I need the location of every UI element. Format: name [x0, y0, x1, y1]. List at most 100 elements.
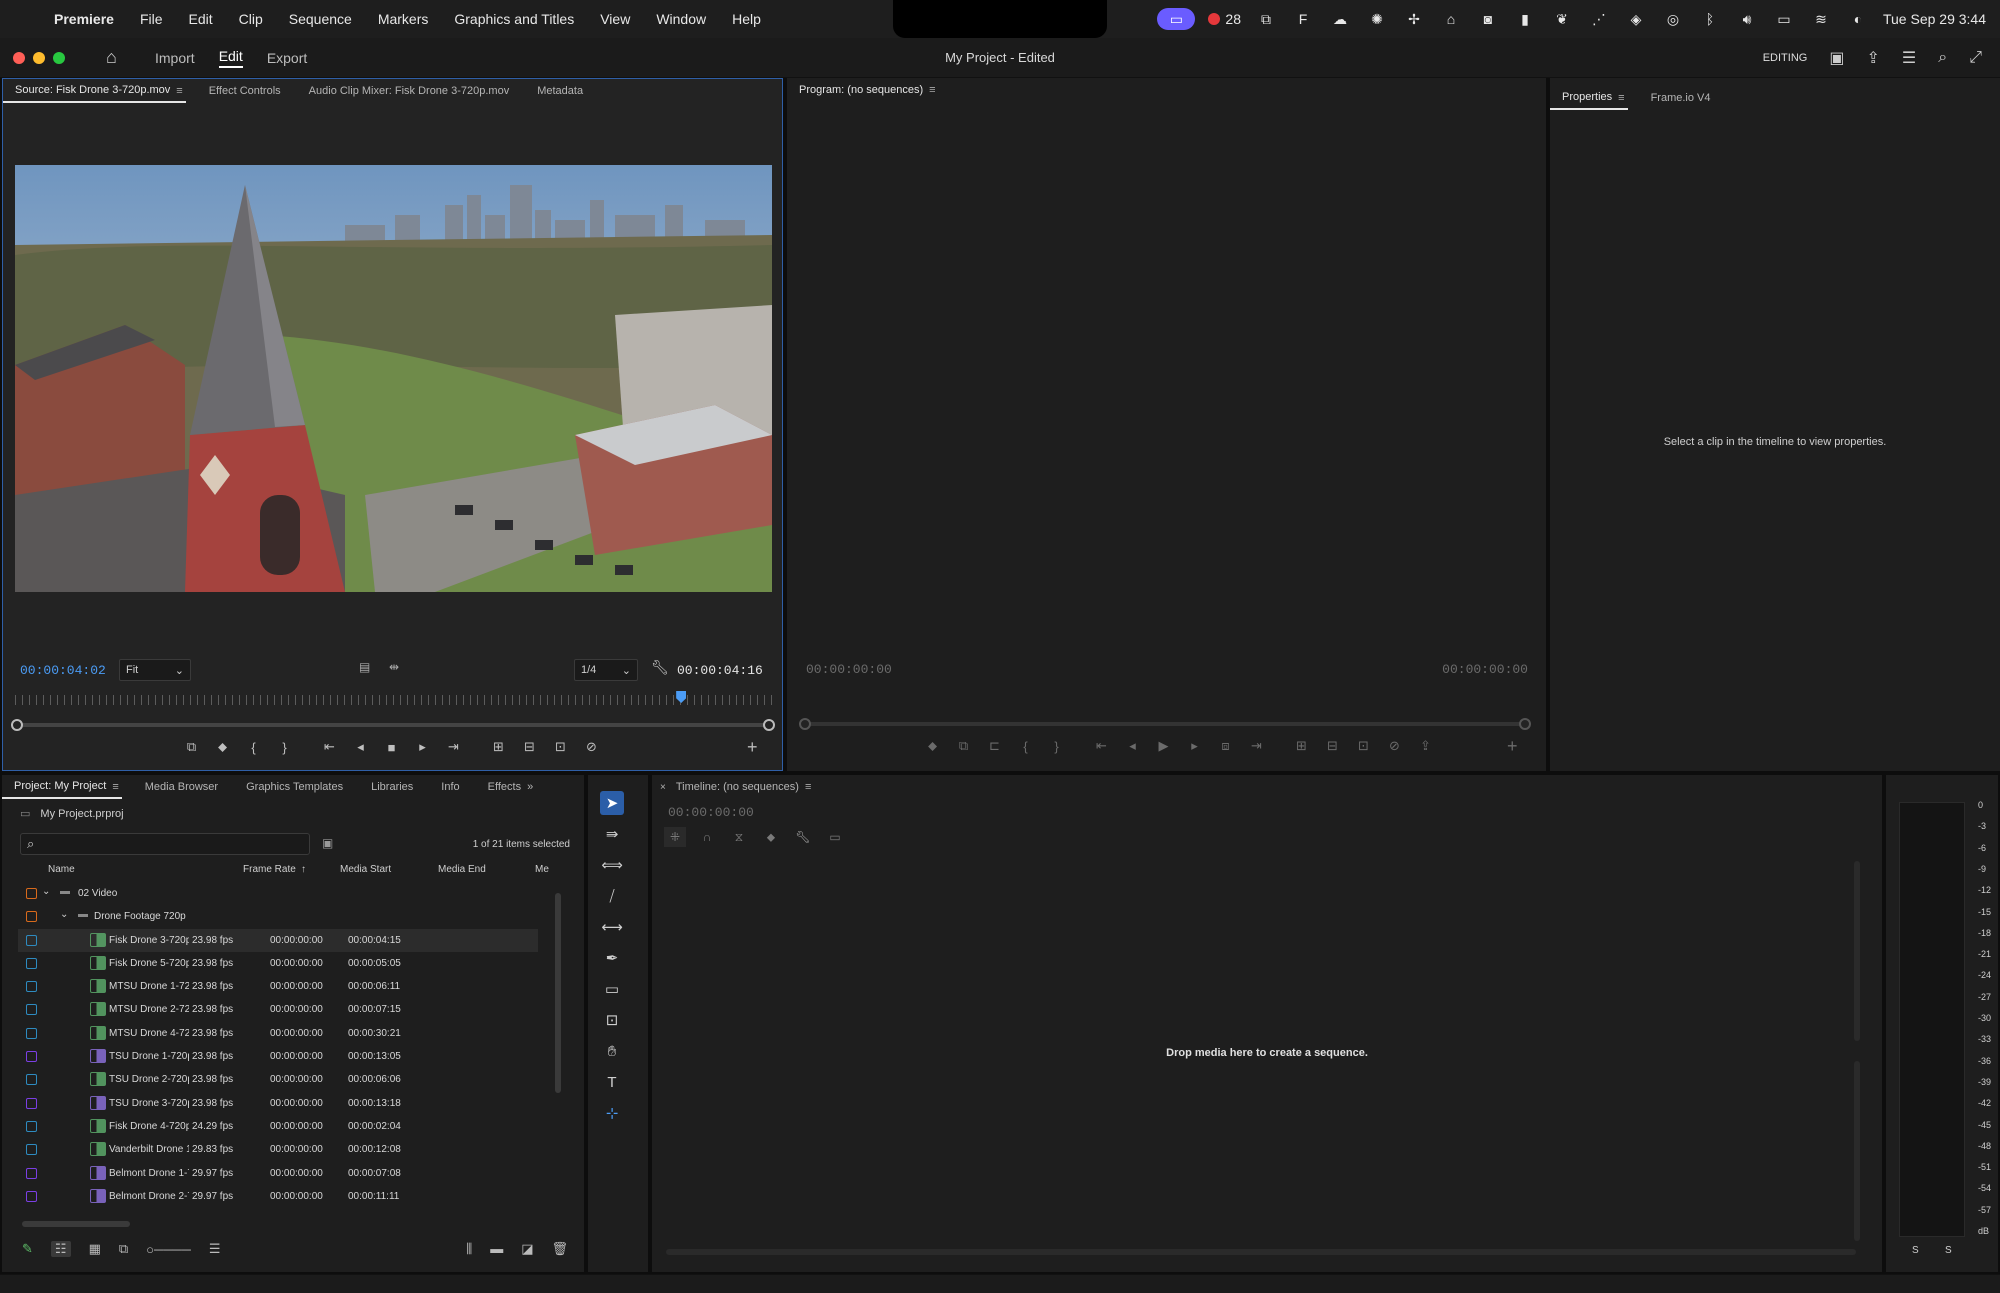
volume-icon[interactable]: 🔊︎ — [1735, 9, 1759, 29]
safe-margins-icon[interactable]: ▤ — [359, 660, 370, 674]
folder-row[interactable]: ⌄ ▬ 02 Video — [18, 882, 538, 905]
overwrite-clip-icon[interactable]: ⊟ — [514, 739, 545, 755]
solo-left-button[interactable]: S — [1912, 1245, 1919, 1256]
nav-export[interactable]: Export — [267, 50, 307, 66]
tab-libraries[interactable]: Libraries — [359, 776, 429, 798]
go-to-in-icon[interactable]: ⇤ — [1086, 738, 1117, 754]
clip-row[interactable]: TSU Drone 2-720p. 23.98 fps 00:00:00:00 00:… — [18, 1068, 538, 1091]
minimize-window-button[interactable] — [33, 52, 45, 64]
export-frame-icon[interactable]: ⊡ — [1348, 738, 1379, 754]
button-editor-plus-icon[interactable]: + — [747, 737, 758, 758]
disclosure-down-icon[interactable]: ⌄ — [42, 886, 50, 897]
pen-tool-icon[interactable]: ✒ — [600, 946, 624, 970]
dropbox-icon[interactable]: ◈ — [1624, 9, 1648, 29]
menu-clip[interactable]: Clip — [239, 11, 263, 27]
sort-ascending-icon[interactable]: ↑ — [301, 864, 306, 875]
menu-edit[interactable]: Edit — [189, 11, 213, 27]
tab-frameio[interactable]: Frame.io V4 — [1639, 87, 1727, 109]
sort-icons-icon[interactable]: ☰ — [209, 1241, 221, 1257]
clip-row[interactable]: TSU Drone 1-720p. 23.98 fps 00:00:00:00 00:… — [18, 1045, 538, 1068]
clip-row[interactable]: MTSU Drone 2-720 23.98 fps 00:00:00:00 00:0… — [18, 998, 538, 1021]
progress-dashboard-icon[interactable]: ☰ — [1902, 48, 1916, 68]
timeline-audio-scrollbar[interactable] — [1854, 1061, 1860, 1241]
ripple-edit-tool-icon[interactable]: ⟺ — [600, 853, 624, 877]
linked-selection-icon[interactable]: ⧖ — [728, 827, 750, 847]
program-zoom-scrollbar[interactable] — [799, 718, 1531, 730]
share-icon[interactable]: ⇪ — [1866, 48, 1879, 68]
label-color-swatch[interactable] — [26, 911, 37, 923]
sparkle-icon[interactable]: ✺ — [1365, 9, 1389, 29]
timeline-horizontal-scrollbar[interactable] — [666, 1249, 1856, 1255]
window-icon[interactable]: ⧉ — [1254, 9, 1278, 29]
hand-tool-icon[interactable]: ✋︎ — [600, 1039, 624, 1063]
clip-row[interactable]: Fisk Drone 3-720p. 23.98 fps 00:00:00:00 00… — [18, 928, 538, 952]
wifi-icon[interactable]: ≋ — [1809, 9, 1833, 29]
close-icon[interactable]: × — [660, 782, 666, 793]
timeline-settings-wrench-icon[interactable]: 🔧︎ — [792, 827, 814, 847]
label-color-swatch[interactable] — [26, 1051, 37, 1063]
scrollbar-end-handle[interactable] — [763, 719, 775, 731]
new-search-bin-icon[interactable]: ▣ — [322, 836, 333, 850]
mark-in-icon[interactable]: { — [1010, 739, 1041, 754]
program-current-timecode[interactable]: 00:00:00:00 — [806, 662, 892, 677]
label-color-swatch[interactable] — [26, 1074, 37, 1086]
freeform-view-icon[interactable]: ⧉ — [119, 1241, 128, 1257]
menu-window[interactable]: Window — [656, 11, 706, 27]
panel-menu-icon[interactable]: ≡ — [112, 781, 118, 793]
close-window-button[interactable] — [13, 52, 25, 64]
menu-view[interactable]: View — [600, 11, 630, 27]
zoom-window-button[interactable] — [53, 52, 65, 64]
label-color-swatch[interactable] — [26, 957, 37, 969]
nest-toggle-icon[interactable]: ⁜ — [664, 827, 686, 847]
workspace-panel-icon[interactable]: ▣ — [1829, 48, 1844, 68]
play-icon[interactable]: ▶ — [1148, 738, 1179, 754]
bluetooth-icon[interactable]: ᛒ — [1698, 9, 1722, 29]
lift-icon[interactable]: ⊞ — [1286, 738, 1317, 754]
label-color-swatch[interactable] — [26, 1004, 37, 1016]
clip-row[interactable]: Belmont Drone 2-7 29.97 fps 00:00:00:00 00:… — [18, 1185, 538, 1208]
trim-icon[interactable]: ⊏ — [979, 738, 1010, 754]
scrollbar-end-handle[interactable] — [1519, 718, 1531, 730]
captions-icon[interactable]: ▭ — [824, 827, 846, 847]
pencil-icon[interactable]: ✎ — [22, 1241, 33, 1257]
solo-right-button[interactable]: S — [1945, 1245, 1952, 1256]
workspace-label[interactable]: EDITING — [1763, 52, 1808, 64]
generative-extend-tool-icon[interactable]: ⊡ — [600, 1008, 624, 1032]
source-time-ruler[interactable] — [15, 695, 772, 705]
zoom-dropdown[interactable]: Fit ⌄ — [119, 659, 191, 681]
menu-graphics-and-titles[interactable]: Graphics and Titles — [454, 11, 574, 27]
clip-row[interactable]: Fisk Drone 5-720p. 23.98 fps 00:00:00:00 00… — [18, 952, 538, 975]
tab-source[interactable]: Source: Fisk Drone 3-720p.mov — [3, 79, 187, 103]
mark-out-icon[interactable]: } — [1041, 739, 1072, 754]
track-select-tool-icon[interactable]: ⇛ — [600, 822, 624, 846]
selection-tool-icon[interactable]: ➤ — [600, 791, 624, 815]
tab-graphics-templates[interactable]: Graphics Templates — [234, 776, 359, 798]
step-back-icon[interactable]: ◂ — [1117, 738, 1148, 754]
tab-timeline[interactable]: Timeline: (no sequences) — [672, 776, 815, 798]
step-back-icon[interactable]: ◂ — [345, 739, 376, 755]
pin-icon[interactable]: ✢ — [1402, 9, 1426, 29]
column-media-more[interactable]: Me — [535, 864, 549, 875]
menu-markers[interactable]: Markers — [378, 11, 429, 27]
clip-row[interactable]: Fisk Drone 4-720p. 24.29 fps 00:00:00:00 00… — [18, 1115, 538, 1138]
resolution-dropdown[interactable]: 1/4 ⌄ — [574, 659, 638, 681]
share-icon[interactable]: ⇪ — [1410, 738, 1441, 754]
dots-icon[interactable]: ⋰ — [1587, 9, 1611, 29]
column-media-start[interactable]: Media Start — [340, 864, 391, 875]
menu-app-name[interactable]: Premiere — [54, 11, 114, 27]
label-color-swatch[interactable] — [26, 1097, 37, 1109]
camera-icon[interactable]: ◙ — [1476, 9, 1500, 29]
clip-row[interactable]: Vanderbilt Drone 1- 29.83 fps 00:00:00:00 0… — [18, 1138, 538, 1161]
menu-sequence[interactable]: Sequence — [289, 11, 352, 27]
brush-icon[interactable]: ❦ — [1550, 9, 1574, 29]
export-frame-icon[interactable]: ⊡ — [545, 739, 576, 755]
go-to-in-icon[interactable]: ⇤ — [314, 739, 345, 755]
label-color-swatch[interactable] — [26, 934, 37, 946]
tab-properties[interactable]: Properties — [1550, 86, 1629, 110]
fullscreen-icon[interactable]: ⤢ — [1969, 49, 1982, 67]
tab-effects[interactable]: Effects — [476, 776, 527, 798]
label-color-swatch[interactable] — [26, 1120, 37, 1132]
new-item-icon[interactable]: ◪ — [521, 1241, 533, 1257]
folder-row[interactable]: ⌄ ▬ Drone Footage 720p — [18, 905, 538, 928]
label-color-swatch[interactable] — [26, 1027, 37, 1039]
